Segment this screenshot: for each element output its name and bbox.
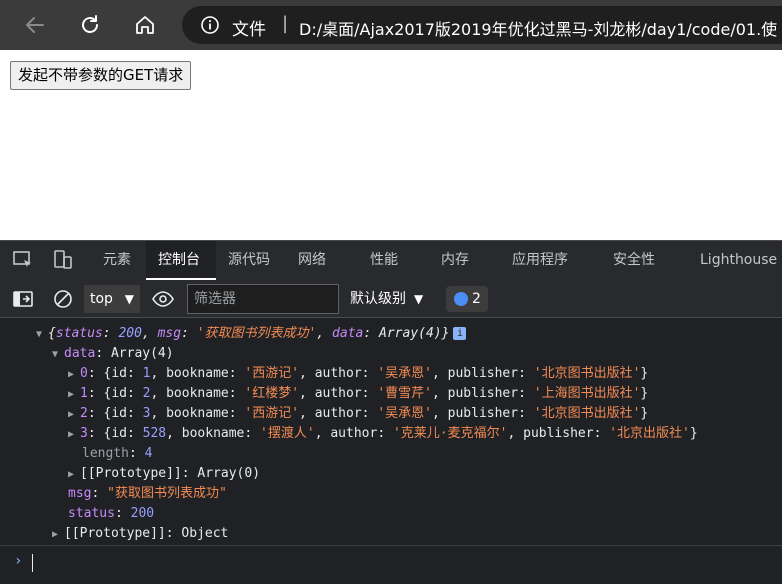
collapsed-triangle-icon[interactable]: ▶: [68, 425, 80, 445]
tab-elements[interactable]: 元素: [103, 241, 131, 280]
tab-lighthouse[interactable]: Lighthouse: [700, 241, 777, 280]
array-item-row[interactable]: ▶ 2: {id: 3, bookname: '西游记', author: '吴承…: [68, 404, 648, 424]
expanded-triangle-icon[interactable]: ▼: [36, 325, 48, 345]
status-row: status: 200: [68, 506, 155, 521]
expanded-triangle-icon[interactable]: ▼: [52, 345, 64, 365]
live-expression-icon[interactable]: [150, 286, 176, 312]
site-info-icon[interactable]: [200, 15, 220, 39]
back-icon[interactable]: [22, 12, 48, 38]
collapsed-triangle-icon[interactable]: ▶: [68, 385, 80, 405]
array-item-row[interactable]: ▶ 0: {id: 1, bookname: '西游记', author: '吴承…: [68, 364, 648, 384]
tab-memory[interactable]: 内存: [441, 241, 469, 280]
caret-down-icon: ▼: [124, 292, 134, 306]
url-text[interactable]: D:/桌面/Ajax2017版2019年优化过黑马-刘龙彬/day1/code/…: [299, 16, 777, 40]
home-icon[interactable]: [132, 12, 158, 38]
msg-row: msg: "获取图书列表成功": [68, 486, 227, 501]
levels-label: 默认级别: [350, 291, 406, 307]
prompt-chevron-icon: ›: [14, 553, 23, 569]
collapsed-triangle-icon[interactable]: ▶: [68, 365, 80, 385]
message-count: 2: [472, 291, 481, 307]
refresh-icon[interactable]: [77, 12, 103, 38]
collapsed-triangle-icon[interactable]: ▶: [68, 465, 80, 485]
message-bubble-icon: [454, 292, 468, 306]
object-prototype-row[interactable]: ▶ [[Prototype]]: Object: [52, 524, 228, 544]
data-array-row[interactable]: ▼ data: Array(4): [52, 344, 174, 364]
context-value: top: [90, 291, 113, 307]
collapsed-triangle-icon[interactable]: ▶: [52, 525, 64, 545]
console-output: ▼ {status: 200, msg: '获取图书列表成功', data: Ar…: [0, 319, 782, 545]
sidebar-toggle-icon[interactable]: [10, 286, 36, 312]
caret-down-icon: ▼: [414, 292, 424, 306]
inspect-element-icon[interactable]: [10, 247, 36, 273]
tab-console[interactable]: 控制台: [146, 241, 216, 280]
address-bar[interactable]: 文件 | D:/桌面/Ajax2017版2019年优化过黑马-刘龙彬/day1/…: [182, 6, 782, 44]
console-prompt[interactable]: ›: [0, 545, 782, 584]
log-levels-dropdown[interactable]: 默认级别 ▼: [350, 285, 423, 313]
array-item-row[interactable]: ▶ 1: {id: 2, bookname: '红楼梦', author: '曹雪…: [68, 384, 648, 404]
device-toggle-icon[interactable]: [50, 247, 76, 273]
browser-toolbar: 文件 | D:/桌面/Ajax2017版2019年优化过黑马-刘龙彬/day1/…: [0, 0, 782, 50]
tab-sources[interactable]: 源代码: [228, 241, 270, 280]
tab-application[interactable]: 应用程序: [512, 241, 568, 280]
devtools-panel: 元素 控制台 源代码 网络 性能 内存 应用程序 安全性 Lighthouse …: [0, 240, 782, 584]
context-selector[interactable]: top ▼: [84, 285, 140, 313]
page-content: 发起不带参数的GET请求: [0, 50, 782, 240]
tab-security[interactable]: 安全性: [613, 241, 655, 280]
array-prototype-row[interactable]: ▶ [[Prototype]]: Array(0): [68, 464, 260, 484]
address-separator: |: [282, 13, 289, 34]
file-label: 文件: [232, 20, 266, 40]
text-cursor: [32, 554, 33, 572]
tab-performance[interactable]: 性能: [370, 241, 398, 280]
get-request-button[interactable]: 发起不带参数的GET请求: [10, 61, 192, 90]
object-summary-row[interactable]: ▼ {status: 200, msg: '获取图书列表成功', data: Ar…: [36, 324, 467, 345]
info-badge-icon[interactable]: i: [453, 327, 467, 340]
length-row: length: 4: [82, 446, 153, 461]
message-count-badge[interactable]: 2: [446, 286, 488, 312]
devtools-tabbar: 元素 控制台 源代码 网络 性能 内存 应用程序 安全性 Lighthouse: [0, 240, 782, 280]
console-filterbar: top ▼ 默认级别 ▼ 2: [0, 280, 782, 318]
tab-network[interactable]: 网络: [298, 241, 326, 280]
collapsed-triangle-icon[interactable]: ▶: [68, 405, 80, 425]
clear-console-icon[interactable]: [50, 286, 76, 312]
filter-input[interactable]: [187, 284, 339, 314]
array-item-row[interactable]: ▶ 3: {id: 528, bookname: '摆渡人', author: '…: [68, 424, 698, 444]
